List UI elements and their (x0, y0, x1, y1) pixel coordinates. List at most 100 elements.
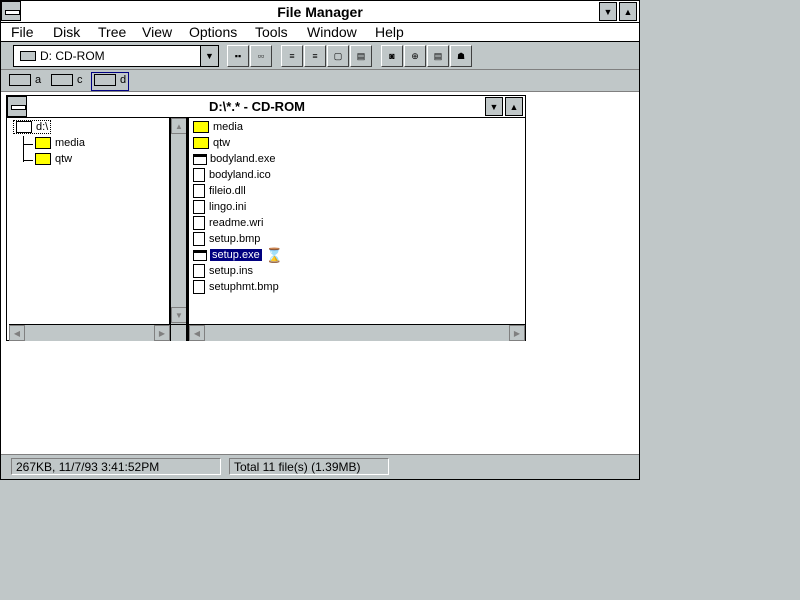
tree-node-media[interactable]: media (35, 137, 85, 150)
drive-select-value: D: CD-ROM (40, 49, 105, 63)
list-item[interactable]: setup.ins (193, 263, 253, 279)
tree-line (23, 160, 33, 161)
menu-tree[interactable]: Tree (98, 24, 126, 40)
list-item[interactable]: bodyland.ico (193, 167, 271, 183)
file-manager-window: File Manager ▼ ▲ File Disk Tree View Opt… (0, 0, 640, 480)
title-bar[interactable]: File Manager ▼ ▲ (1, 1, 639, 23)
directory-window-title-bar[interactable]: D:\*.* - CD-ROM ▼ ▲ (7, 96, 525, 118)
tree-line (23, 144, 33, 145)
program-icon (193, 249, 207, 261)
program-icon (193, 153, 207, 165)
stop-share-icon[interactable]: ⊕ (404, 45, 426, 67)
system-menu-icon (11, 105, 26, 110)
list-item[interactable]: setup.bmp (193, 231, 260, 247)
scroll-right-icon[interactable]: ▶ (154, 325, 170, 341)
file-name: bodyland.ico (209, 169, 271, 181)
drive-a-label: a (35, 74, 42, 86)
file-name: setuphmt.bmp (209, 281, 279, 293)
document-icon (193, 200, 205, 215)
status-selection-info: 267KB, 11/7/93 3:41:52PM (11, 458, 221, 475)
list-item[interactable]: bodyland.exe (193, 151, 275, 167)
drive-c[interactable]: c (51, 74, 83, 88)
list-item[interactable]: media (193, 119, 243, 135)
drive-c-label: c (77, 74, 83, 86)
drive-bar: a c d (1, 70, 639, 92)
scroll-up-icon[interactable]: ▲ (171, 118, 187, 134)
list-item-selected[interactable]: setup.exe ⌛ (193, 247, 283, 263)
document-icon (193, 184, 205, 199)
directory-window: D:\*.* - CD-ROM ▼ ▲ d:\ media qtw ▲ ▼ me… (6, 95, 526, 341)
file-list: media qtw bodyland.exe bodyland.ico file… (189, 118, 525, 324)
toolbar: D: CD-ROM ▼ ▪▪ ▫▫ ≡ ≡ ▢ ▤ ◙ ⊕ ▤ ☗ (1, 42, 639, 70)
scroll-left-icon[interactable]: ◀ (189, 325, 205, 341)
tree-horizontal-scrollbar[interactable]: ◀ ▶ (9, 324, 170, 341)
maximize-button[interactable]: ▲ (619, 2, 637, 21)
sort-size-icon[interactable]: ▢ (327, 45, 349, 67)
menu-help[interactable]: Help (375, 24, 404, 40)
file-name: readme.wri (209, 217, 264, 229)
child-maximize-button[interactable]: ▲ (505, 97, 523, 116)
print-icon[interactable]: ▤ (427, 45, 449, 67)
file-name: bodyland.exe (210, 153, 276, 165)
scroll-left-icon[interactable]: ◀ (9, 325, 25, 341)
directory-window-title: D:\*.* - CD-ROM (208, 99, 306, 114)
file-name: setup.bmp (209, 233, 261, 245)
hard-drive-icon (51, 74, 73, 87)
document-icon (193, 280, 205, 295)
share-icon[interactable]: ◙ (381, 45, 403, 67)
child-system-menu-button[interactable] (7, 96, 27, 117)
sort-name-icon[interactable]: ≡ (281, 45, 303, 67)
list-item[interactable]: fileio.dll (193, 183, 246, 199)
directory-tree: d:\ media qtw (9, 118, 170, 324)
network-icon[interactable]: ☗ (450, 45, 472, 67)
tree-node-label: media (55, 137, 85, 149)
sort-date-icon[interactable]: ▤ (350, 45, 372, 67)
folder-icon (193, 121, 209, 134)
menu-view[interactable]: View (142, 24, 172, 40)
menu-window[interactable]: Window (307, 24, 357, 40)
tree-node-label: qtw (55, 153, 73, 165)
chevron-down-icon[interactable]: ▼ (200, 46, 218, 66)
drive-a[interactable]: a (9, 74, 41, 88)
menu-bar: File Disk Tree View Options Tools Window… (1, 23, 639, 42)
floppy-drive-icon (9, 74, 31, 87)
folder-icon (35, 137, 51, 150)
child-minimize-button[interactable]: ▼ (485, 97, 503, 116)
file-name: qtw (213, 137, 231, 149)
menu-disk[interactable]: Disk (53, 24, 80, 40)
folder-icon (35, 153, 51, 166)
open-folder-icon (16, 121, 32, 134)
disconnect-drive-icon[interactable]: ▫▫ (250, 45, 272, 67)
drive-d-label: d (120, 74, 127, 86)
file-name: setup.exe (210, 249, 262, 261)
tree-vertical-scrollbar[interactable]: ▲ ▼ (170, 118, 187, 324)
drive-d[interactable]: d (91, 72, 130, 91)
menu-options[interactable]: Options (189, 24, 237, 40)
menu-file[interactable]: File (11, 24, 34, 40)
menu-tools[interactable]: Tools (255, 24, 288, 40)
tree-node-root[interactable]: d:\ (13, 120, 52, 135)
file-name: setup.ins (209, 265, 254, 277)
folder-icon (193, 137, 209, 150)
file-name: fileio.dll (209, 185, 246, 197)
connect-drive-icon[interactable]: ▪▪ (227, 45, 249, 67)
status-bar: 267KB, 11/7/93 3:41:52PM Total 11 file(s… (1, 454, 639, 479)
list-item[interactable]: readme.wri (193, 215, 263, 231)
scrollbar-corner (170, 324, 186, 341)
minimize-button[interactable]: ▼ (599, 2, 617, 21)
tree-line (23, 136, 24, 162)
drive-select[interactable]: D: CD-ROM ▼ (13, 45, 219, 67)
list-horizontal-scrollbar[interactable]: ◀ ▶ (189, 324, 525, 341)
cdrom-drive-icon (94, 74, 116, 87)
document-icon (193, 264, 205, 279)
document-icon (193, 216, 205, 231)
status-total-info: Total 11 file(s) (1.39MB) (229, 458, 389, 475)
list-item[interactable]: lingo.ini (193, 199, 246, 215)
scroll-down-icon[interactable]: ▼ (171, 307, 187, 323)
tree-node-label: d:\ (36, 121, 49, 133)
list-item[interactable]: qtw (193, 135, 230, 151)
list-item[interactable]: setuphmt.bmp (193, 279, 279, 295)
scroll-right-icon[interactable]: ▶ (509, 325, 525, 341)
tree-node-qtw[interactable]: qtw (35, 153, 73, 166)
sort-type-icon[interactable]: ≡ (304, 45, 326, 67)
